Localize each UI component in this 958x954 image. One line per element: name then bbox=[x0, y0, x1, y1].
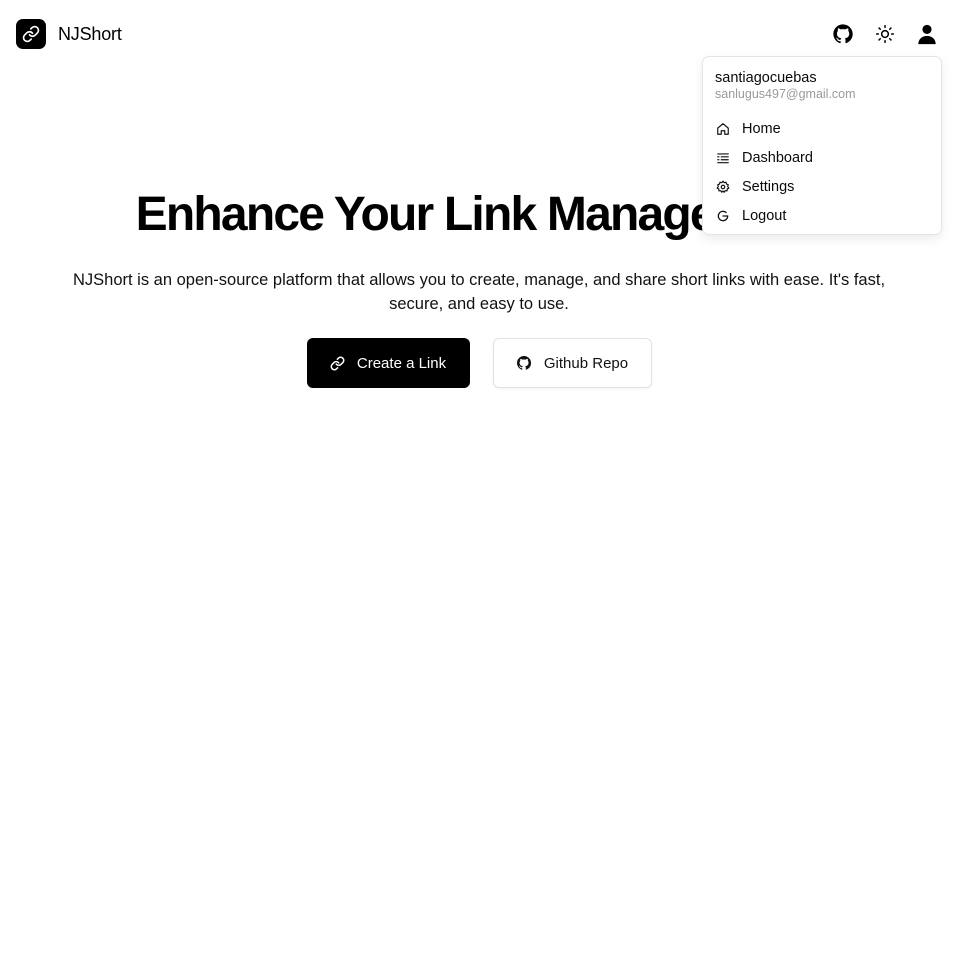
brand-name: NJShort bbox=[58, 23, 122, 44]
theme-toggle-button[interactable] bbox=[870, 19, 900, 49]
hero-description: NJShort is an open-source platform that … bbox=[72, 271, 886, 313]
menu-item-home[interactable]: Home bbox=[715, 114, 929, 143]
logout-icon bbox=[716, 209, 730, 223]
github-icon bbox=[516, 356, 531, 370]
github-button[interactable] bbox=[828, 19, 858, 49]
page: NJShort Enhance Your Link Management NJS… bbox=[0, 0, 958, 954]
link-icon bbox=[330, 356, 345, 370]
menu-item-logout[interactable]: Logout bbox=[715, 201, 929, 230]
header-actions bbox=[828, 19, 942, 49]
list-icon bbox=[716, 151, 730, 165]
menu-item-settings[interactable]: Settings bbox=[715, 172, 929, 201]
menu-item-label: Settings bbox=[742, 178, 795, 195]
brand-home-link[interactable]: NJShort bbox=[16, 19, 122, 49]
github-icon bbox=[833, 24, 853, 44]
dropdown-items: Home Dashboard Settings Logout bbox=[715, 114, 929, 230]
home-icon bbox=[716, 122, 730, 136]
menu-item-dashboard[interactable]: Dashboard bbox=[715, 143, 929, 172]
hero-buttons: Create a Link Github Repo bbox=[0, 338, 958, 388]
menu-item-label: Home bbox=[742, 120, 781, 137]
menu-item-label: Dashboard bbox=[742, 149, 813, 166]
create-link-label: Create a Link bbox=[356, 354, 447, 372]
create-link-button[interactable]: Create a Link bbox=[306, 338, 470, 388]
github-repo-button[interactable]: Github Repo bbox=[492, 338, 652, 388]
menu-item-label: Logout bbox=[742, 207, 787, 224]
dropdown-email: sanlugus497@gmail.com bbox=[715, 87, 856, 101]
gear-icon bbox=[716, 180, 730, 194]
github-repo-label: Github Repo bbox=[543, 354, 629, 372]
link-logo-icon bbox=[16, 19, 46, 49]
dropdown-username: santiagocuebas bbox=[715, 70, 817, 86]
user-icon bbox=[918, 24, 936, 45]
user-dropdown-menu: santiagocuebas sanlugus497@gmail.com Hom… bbox=[702, 56, 942, 235]
user-menu-button[interactable] bbox=[912, 19, 942, 49]
sun-icon bbox=[875, 24, 895, 44]
